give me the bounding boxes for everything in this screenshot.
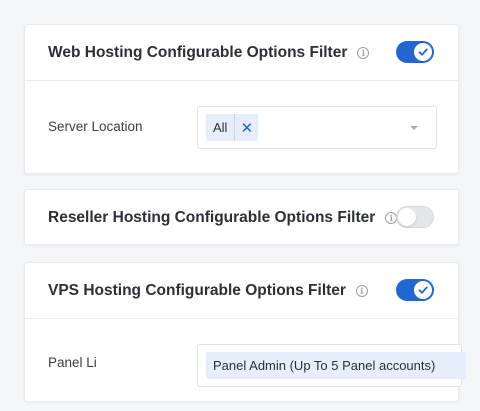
selected-chip: All ✕: [206, 114, 259, 141]
chip-label: All: [213, 120, 228, 135]
panel-license-row: Panel Li Panel Admin (Up To 5 Panel acco…: [25, 319, 466, 411]
vps-hosting-filter-toggle[interactable]: [396, 279, 434, 301]
server-location-select[interactable]: All ✕: [197, 106, 437, 149]
card-header: Web Hosting Configurable Options Filter …: [25, 25, 458, 81]
reseller-hosting-filter-toggle[interactable]: [396, 206, 434, 228]
selected-chip: Panel Admin (Up To 5 Panel accounts): [206, 352, 466, 379]
chip-label: Panel Admin (Up To 5 Panel accounts): [213, 358, 436, 373]
check-icon: [418, 48, 428, 56]
server-location-row: Server Location All ✕: [25, 81, 458, 173]
close-icon[interactable]: ✕: [234, 114, 258, 141]
info-icon[interactable]: i: [357, 46, 370, 59]
toggle-knob: [414, 43, 432, 61]
reseller-hosting-filter-card: Reseller Hosting Configurable Options Fi…: [24, 189, 459, 245]
toggle-knob: [398, 208, 416, 226]
card-title: VPS Hosting Configurable Options Filter: [48, 281, 346, 299]
vps-hosting-filter-card: VPS Hosting Configurable Options Filter …: [24, 262, 466, 402]
card-header: VPS Hosting Configurable Options Filter …: [25, 263, 458, 319]
web-hosting-filter-card: Web Hosting Configurable Options Filter …: [24, 24, 459, 174]
panel-license-select[interactable]: Panel Admin (Up To 5 Panel accounts): [197, 344, 466, 387]
toggle-knob: [414, 281, 432, 299]
check-icon: [418, 286, 428, 294]
card-title: Web Hosting Configurable Options Filter: [48, 43, 348, 61]
card-header: Reseller Hosting Configurable Options Fi…: [25, 190, 458, 246]
card-title: Reseller Hosting Configurable Options Fi…: [48, 209, 376, 226]
field-label: Server Location: [48, 119, 143, 134]
web-hosting-filter-toggle[interactable]: [396, 41, 434, 63]
info-icon[interactable]: i: [355, 284, 368, 297]
field-label: Panel Li: [48, 355, 97, 370]
chevron-down-icon[interactable]: [410, 126, 418, 130]
